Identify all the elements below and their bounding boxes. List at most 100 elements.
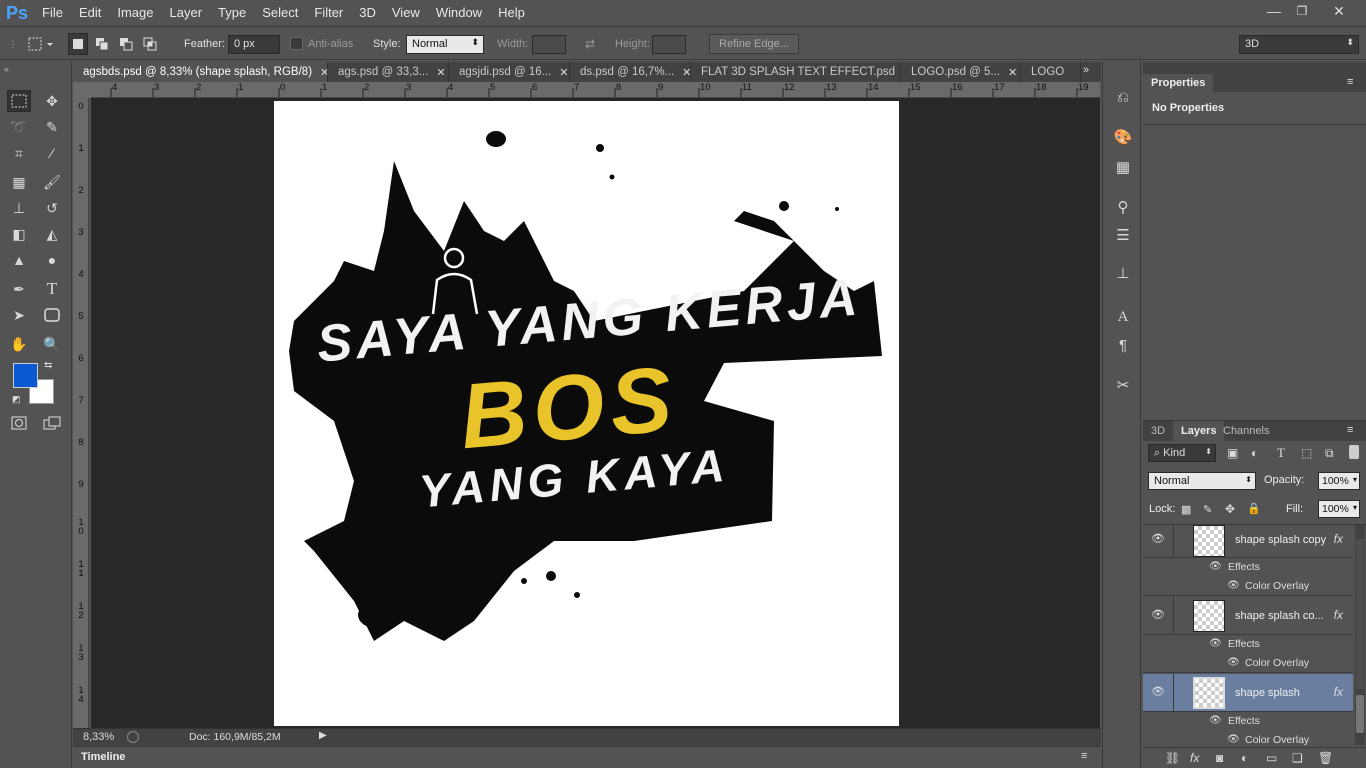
effects-row[interactable]: 👁 Effects [1143,558,1353,577]
clone-source-icon[interactable]: ⊥ [1111,262,1135,284]
filter-kind-select[interactable]: ⌕ Kind ⬍ [1148,444,1216,462]
tool-presets-icon[interactable]: ✂ [1111,374,1135,396]
tab-3d[interactable]: 3D [1143,421,1173,441]
layer-name[interactable]: shape splash co... [1235,610,1324,622]
timeline-tab[interactable]: Timeline [81,751,125,763]
dodge-tool-icon[interactable]: ● [40,249,64,271]
path-selection-icon[interactable]: ➤ [7,304,31,326]
status-menu-icon[interactable]: ▶ [319,730,327,741]
close-tab-icon[interactable]: ✕ [559,66,568,79]
lock-position-icon[interactable]: ✥ [1225,502,1235,516]
fx-icon[interactable]: fx [1334,608,1343,622]
link-layers-icon[interactable]: ⛓ [1165,751,1180,765]
visibility-eye-icon[interactable]: 👁 [1151,685,1165,699]
screen-mode-icon[interactable] [40,412,64,434]
panel-menu-icon[interactable]: ≡ [1347,76,1353,88]
menu-file[interactable]: File [34,0,71,26]
tab-logo-2[interactable]: LOGO [1021,62,1081,82]
close-tab-icon[interactable]: ✕ [682,66,690,79]
history-brush-icon[interactable]: ↺ [40,197,64,219]
healing-brush-icon[interactable]: ▦ [7,171,31,193]
visibility-eye-icon[interactable]: 👁 [1227,734,1240,745]
clone-stamp-icon[interactable]: ⊥ [7,197,31,219]
tab-flat-3d-splash[interactable]: FLAT 3D SPLASH TEXT EFFECT.psd✕ [691,62,901,82]
effects-row[interactable]: 👁 Effects [1143,712,1353,731]
panel-menu-icon[interactable]: ≡ [1081,750,1087,762]
menu-layer[interactable]: Layer [162,0,211,26]
move-tool-icon[interactable]: ✥ [40,90,64,112]
refine-edge-button[interactable]: Refine Edge... [709,34,799,54]
layers-scrollbar[interactable] [1355,525,1365,745]
zoom-level[interactable]: 8,33% [83,731,114,743]
history-panel-icon[interactable]: ⎌ [1111,86,1135,108]
workspace-select[interactable]: 3D ⬍ [1239,35,1359,54]
tab-ds[interactable]: ds.psd @ 16,7%... ✕ [570,62,691,82]
close-tab-icon[interactable]: ✕ [1008,66,1017,79]
opacity-input[interactable]: 100% ▾ [1318,472,1360,490]
type-tool-icon[interactable]: T [40,278,64,300]
intersect-selection-icon[interactable] [140,33,160,55]
menu-select[interactable]: Select [254,0,306,26]
swap-icon[interactable]: ⇄ [580,33,600,55]
visibility-eye-icon[interactable]: 👁 [1209,561,1222,572]
crop-tool-icon[interactable]: ⌗ [7,142,31,164]
visibility-eye-icon[interactable]: 👁 [1151,532,1165,546]
visibility-eye-icon[interactable]: 👁 [1151,608,1165,622]
filter-toggle[interactable] [1349,445,1359,459]
close-tab-icon[interactable]: ✕ [436,66,445,79]
quick-mask-icon[interactable] [7,412,31,434]
new-selection-icon[interactable] [68,33,88,55]
fx-icon[interactable]: fx [1334,532,1343,546]
pen-tool-icon[interactable]: ✒ [7,278,31,300]
menu-filter[interactable]: Filter [306,0,351,26]
paint-bucket-icon[interactable]: ◭ [40,223,64,245]
visibility-eye-icon[interactable]: 👁 [1209,638,1222,649]
width-input[interactable] [532,35,566,54]
layer-row-selected[interactable]: 👁 shape splash fx [1143,674,1353,712]
new-group-icon[interactable]: ▭ [1266,751,1277,765]
panel-menu-icon[interactable]: ≡ [1347,424,1353,436]
trash-icon[interactable]: 🗑 [1318,751,1333,765]
close-tab-icon[interactable]: ✕ [320,66,327,79]
document-canvas[interactable]: SAYA YANG KERJA BOS YANG KAYA [274,101,899,726]
adjustment-layer-icon[interactable]: ◐ [1241,751,1248,765]
foreground-color-swatch-front[interactable] [13,363,38,388]
eraser-icon[interactable]: ◧ [7,223,31,245]
close-button[interactable]: ✕ [1318,0,1360,22]
restore-button[interactable]: ❐ [1290,0,1314,22]
visibility-eye-icon[interactable]: 👁 [1227,580,1240,591]
menu-view[interactable]: View [384,0,428,26]
feather-input[interactable]: 0 px [228,35,280,54]
add-selection-icon[interactable] [92,33,112,55]
filter-shape-icon[interactable]: ⬚ [1301,446,1312,460]
scrollbar-thumb[interactable] [1356,695,1364,733]
layer-name[interactable]: shape splash [1235,687,1300,699]
swap-colors-icon[interactable]: ⇆ [44,360,52,371]
menu-type[interactable]: Type [210,0,254,26]
color-panel-icon[interactable]: 🎨 [1111,126,1135,148]
hand-tool-icon[interactable]: ✋ [7,333,31,355]
zoom-tool-icon[interactable]: 🔍 [40,333,64,355]
effects-row[interactable]: 👁 Effects [1143,635,1353,654]
tab-logo[interactable]: LOGO.psd @ 5... ✕ [901,62,1021,82]
filter-smart-object-icon[interactable]: ⧉ [1325,446,1334,461]
subtract-selection-icon[interactable] [116,33,136,55]
filter-pixel-icon[interactable]: ▣ [1227,446,1238,460]
menu-3d[interactable]: 3D [351,0,384,26]
add-mask-icon[interactable]: ◙ [1216,751,1223,765]
fill-input[interactable]: 100% ▾ [1318,500,1360,518]
tab-channels[interactable]: Channels [1215,421,1277,441]
lock-pixels-icon[interactable]: ✎ [1203,503,1212,516]
menu-edit[interactable]: Edit [71,0,109,26]
layer-row[interactable]: 👁 shape splash copy fx [1143,525,1353,558]
brush-tool-icon[interactable]: 🖌 [40,171,64,193]
status-icon[interactable] [127,731,139,743]
brush-panel-icon[interactable]: ⚲ [1111,196,1135,218]
eyedropper-icon[interactable]: ⁄ [40,142,64,164]
properties-tab[interactable]: Properties [1143,74,1214,92]
layer-name[interactable]: shape splash copy [1235,534,1326,546]
lock-transparent-icon[interactable]: ▩ [1181,503,1191,516]
brush-presets-icon[interactable]: ☰ [1111,224,1135,246]
add-style-icon[interactable]: fx [1190,751,1199,765]
menu-image[interactable]: Image [109,0,161,26]
